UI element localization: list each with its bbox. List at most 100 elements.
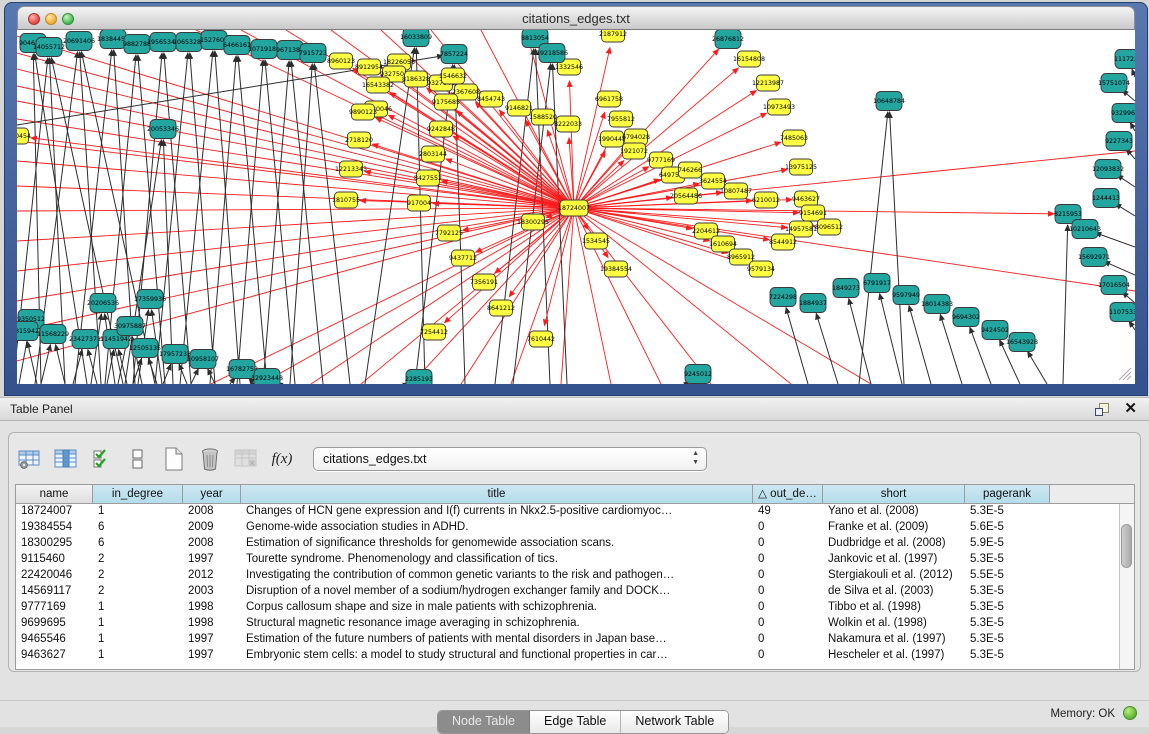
window-titlebar[interactable]: citations_edges.txt bbox=[17, 6, 1135, 30]
memory-status-indicator[interactable] bbox=[1123, 706, 1137, 720]
cell-year[interactable]: 1998 bbox=[183, 616, 241, 632]
function-builder-icon[interactable]: f(x) bbox=[267, 443, 297, 475]
cell-out_degree[interactable]: 0 bbox=[753, 520, 823, 536]
cell-year[interactable]: 1997 bbox=[183, 552, 241, 568]
table-row[interactable]: 946362711997Embryonic stem cells: a mode… bbox=[16, 648, 1119, 664]
cell-year[interactable]: 2008 bbox=[183, 536, 241, 552]
cell-year[interactable]: 2003 bbox=[183, 584, 241, 600]
cell-title[interactable]: Structural magnetic resonance image aver… bbox=[241, 616, 753, 632]
column-header-out_degree[interactable]: △ out_de… bbox=[753, 485, 823, 504]
column-header-title[interactable]: title bbox=[241, 485, 753, 504]
cell-short[interactable]: Hescheler et al. (1997) bbox=[823, 648, 965, 664]
cell-short[interactable]: Nakamura et al. (1997) bbox=[823, 632, 965, 648]
cell-name[interactable]: 18300295 bbox=[16, 536, 93, 552]
cell-in_degree[interactable]: 2 bbox=[93, 584, 183, 600]
cell-name[interactable]: 9115460 bbox=[16, 552, 93, 568]
cell-in_degree[interactable]: 1 bbox=[93, 616, 183, 632]
column-header-short[interactable]: short bbox=[823, 485, 965, 504]
table-row[interactable]: 911546021997Tourette syndrome. Phenomeno… bbox=[16, 552, 1119, 568]
cell-title[interactable]: Corpus callosum shape and size in male p… bbox=[241, 600, 753, 616]
cell-pagerank[interactable]: 5.6E-5 bbox=[965, 520, 1050, 536]
cell-pagerank[interactable]: 5.3E-5 bbox=[965, 584, 1050, 600]
cell-out_degree[interactable]: 0 bbox=[753, 616, 823, 632]
cell-title[interactable]: Genome-wide association studies in ADHD. bbox=[241, 520, 753, 536]
rows-icon[interactable] bbox=[123, 443, 153, 475]
cell-in_degree[interactable]: 1 bbox=[93, 504, 183, 520]
cell-name[interactable]: 18724007 bbox=[16, 504, 93, 520]
cell-short[interactable]: Wolkin et al. (1998) bbox=[823, 616, 965, 632]
show-column-icon[interactable] bbox=[51, 443, 81, 475]
table-row[interactable]: 977716911998Corpus callosum shape and si… bbox=[16, 600, 1119, 616]
cell-year[interactable]: 2008 bbox=[183, 504, 241, 520]
table-row[interactable]: 1938455462009Genome-wide association stu… bbox=[16, 520, 1119, 536]
cell-in_degree[interactable]: 1 bbox=[93, 648, 183, 664]
cell-pagerank[interactable]: 5.3E-5 bbox=[965, 616, 1050, 632]
cell-short[interactable]: Yano et al. (2008) bbox=[823, 504, 965, 520]
cell-name[interactable]: 9777169 bbox=[16, 600, 93, 616]
resize-grip-icon[interactable] bbox=[1115, 364, 1133, 382]
cell-title[interactable]: Embryonic stem cells: a model to study s… bbox=[241, 648, 753, 664]
cell-out_degree[interactable]: 49 bbox=[753, 504, 823, 520]
select-columns-icon[interactable] bbox=[87, 443, 117, 475]
float-window-icon[interactable] bbox=[1095, 403, 1109, 416]
cell-title[interactable]: Investigating the contribution of common… bbox=[241, 568, 753, 584]
cell-short[interactable]: Stergiakouli et al. (2012) bbox=[823, 568, 965, 584]
cell-name[interactable]: 9699695 bbox=[16, 616, 93, 632]
cell-name[interactable]: 22420046 bbox=[16, 568, 93, 584]
cell-pagerank[interactable]: 5.3E-5 bbox=[965, 504, 1050, 520]
cell-short[interactable]: Tibbo et al. (1998) bbox=[823, 600, 965, 616]
table-row[interactable]: 1456911722003Disruption of a novel membe… bbox=[16, 584, 1119, 600]
table-options-icon[interactable] bbox=[15, 443, 45, 475]
cell-in_degree[interactable]: 2 bbox=[93, 552, 183, 568]
cell-short[interactable]: Jankovic et al. (1997) bbox=[823, 552, 965, 568]
cell-out_degree[interactable]: 0 bbox=[753, 632, 823, 648]
table-row[interactable]: 1830029562008Estimation of significance … bbox=[16, 536, 1119, 552]
column-header-in_degree[interactable]: in_degree bbox=[93, 485, 183, 504]
cell-year[interactable]: 1998 bbox=[183, 600, 241, 616]
cell-pagerank[interactable]: 5.3E-5 bbox=[965, 552, 1050, 568]
cell-pagerank[interactable]: 5.3E-5 bbox=[965, 600, 1050, 616]
cell-title[interactable]: Tourette syndrome. Phenomenology and cla… bbox=[241, 552, 753, 568]
cell-pagerank[interactable]: 5.5E-5 bbox=[965, 568, 1050, 584]
cell-title[interactable]: Estimation of the future numbers of pati… bbox=[241, 632, 753, 648]
cell-year[interactable]: 1997 bbox=[183, 632, 241, 648]
cell-pagerank[interactable]: 5.9E-5 bbox=[965, 536, 1050, 552]
table-row[interactable]: 2242004622012Investigating the contribut… bbox=[16, 568, 1119, 584]
cell-year[interactable]: 2012 bbox=[183, 568, 241, 584]
table-row[interactable]: 946554611997Estimation of the future num… bbox=[16, 632, 1119, 648]
cell-name[interactable]: 9463627 bbox=[16, 648, 93, 664]
cell-title[interactable]: Disruption of a novel member of a sodium… bbox=[241, 584, 753, 600]
cell-in_degree[interactable]: 1 bbox=[93, 632, 183, 648]
cell-pagerank[interactable]: 5.3E-5 bbox=[965, 632, 1050, 648]
cell-out_degree[interactable]: 0 bbox=[753, 536, 823, 552]
delete-table-icon[interactable] bbox=[231, 443, 261, 475]
table-scrollbar[interactable] bbox=[1119, 504, 1134, 669]
cell-out_degree[interactable]: 0 bbox=[753, 552, 823, 568]
cell-in_degree[interactable]: 6 bbox=[93, 536, 183, 552]
cell-out_degree[interactable]: 0 bbox=[753, 600, 823, 616]
cell-out_degree[interactable]: 0 bbox=[753, 584, 823, 600]
cell-in_degree[interactable]: 6 bbox=[93, 520, 183, 536]
table-row[interactable]: 969969511998Structural magnetic resonanc… bbox=[16, 616, 1119, 632]
delete-icon[interactable] bbox=[195, 443, 225, 475]
cell-name[interactable]: 14569117 bbox=[16, 584, 93, 600]
cell-pagerank[interactable]: 5.3E-5 bbox=[965, 648, 1050, 664]
column-header-name[interactable]: name bbox=[16, 485, 93, 504]
network-graph[interactable]: 8960123891295418226058932750316543382818… bbox=[17, 30, 1135, 384]
cell-name[interactable]: 9465546 bbox=[16, 632, 93, 648]
network-canvas[interactable]: 8960123891295418226058932750316543382818… bbox=[17, 30, 1135, 384]
cell-title[interactable]: Estimation of significance thresholds fo… bbox=[241, 536, 753, 552]
close-panel-icon[interactable]: ✕ bbox=[1124, 400, 1137, 418]
cell-short[interactable]: Dudbridge et al. (2008) bbox=[823, 536, 965, 552]
cell-name[interactable]: 19384554 bbox=[16, 520, 93, 536]
column-header-pagerank[interactable]: pagerank bbox=[965, 485, 1050, 504]
cell-in_degree[interactable]: 1 bbox=[93, 600, 183, 616]
cell-title[interactable]: Changes of HCN gene expression and I(f) … bbox=[241, 504, 753, 520]
cell-short[interactable]: Franke et al. (2009) bbox=[823, 520, 965, 536]
cell-out_degree[interactable]: 0 bbox=[753, 568, 823, 584]
table-selector-dropdown[interactable]: citations_edges.txt ▲▼ bbox=[313, 447, 707, 471]
cell-year[interactable]: 2009 bbox=[183, 520, 241, 536]
scrollbar-thumb[interactable] bbox=[1121, 524, 1132, 568]
column-header-year[interactable]: year bbox=[183, 485, 241, 504]
cell-in_degree[interactable]: 2 bbox=[93, 568, 183, 584]
